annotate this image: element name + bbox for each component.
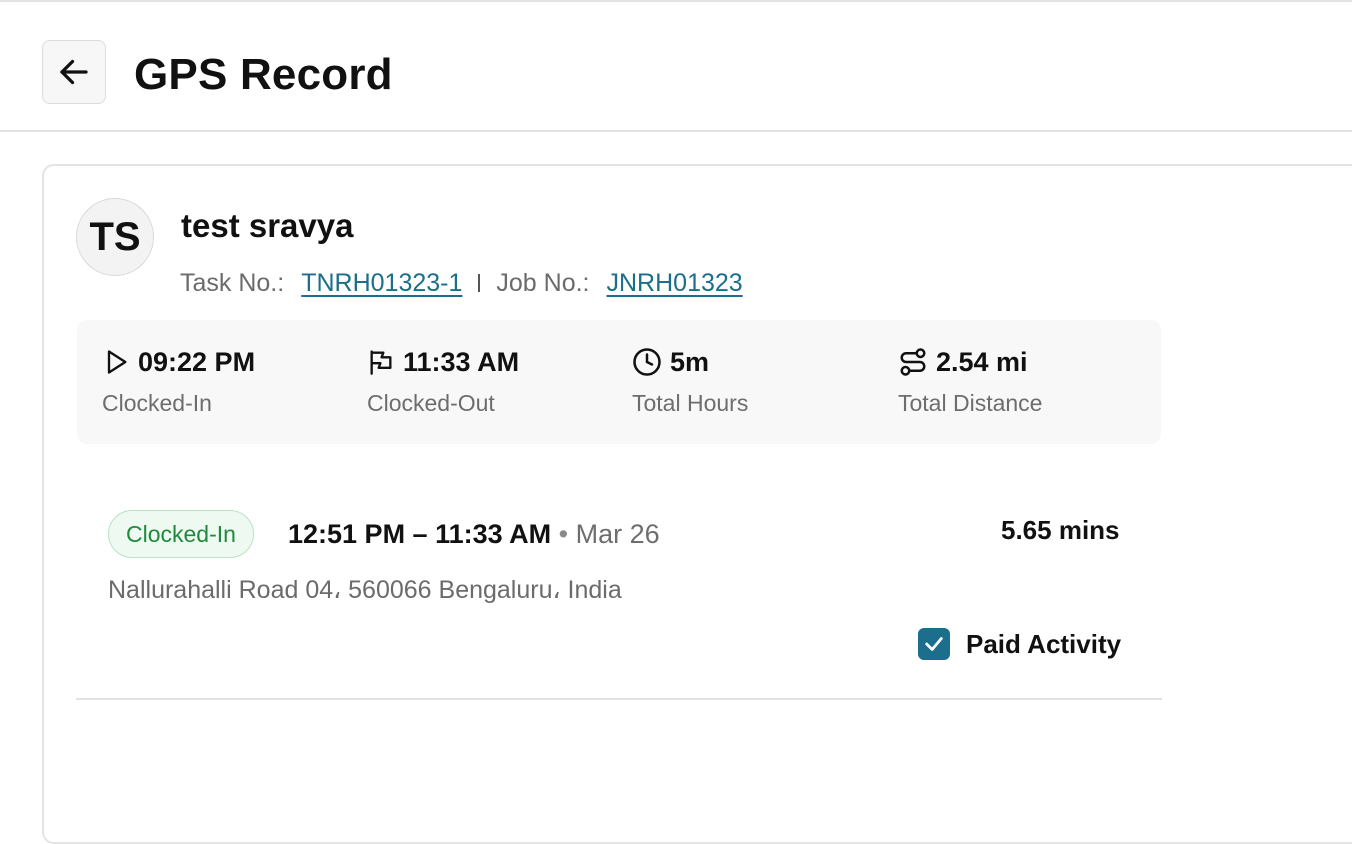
stat-total-distance: 2.54 mi Total Distance [898, 344, 1042, 417]
back-button[interactable] [42, 40, 106, 104]
user-name: test sravya [181, 207, 354, 244]
clocked-in-label: Clocked-In [102, 390, 212, 416]
page-header: GPS Record [0, 2, 1352, 132]
flag-icon [370, 350, 392, 375]
job-number-label: Job No.: [496, 268, 590, 297]
activity-duration: 5.65 mins [1001, 515, 1120, 545]
page-title: GPS Record [134, 50, 393, 99]
activity-time-range: 12:51 PM – 11:33 AM • Mar 26 [288, 516, 660, 552]
total-distance-label: Total Distance [898, 390, 1043, 416]
paid-activity-toggle[interactable]: Paid Activity [918, 628, 1121, 660]
job-number-link[interactable]: JNRH01323 [607, 269, 743, 298]
stat-clocked-in: 09:22 PM Clocked-In [102, 344, 255, 417]
task-job-meta: Task No.: TNRH01323-1 Job No.: JNRH01323 [180, 266, 743, 300]
checkmark-icon [925, 637, 943, 651]
task-number-link[interactable]: TNRH01323-1 [301, 269, 462, 298]
clock-icon [633, 348, 661, 376]
stat-total-hours: 5m Total Hours [632, 344, 748, 417]
task-number-label: Task No.: [180, 268, 285, 297]
route-icon [900, 348, 926, 376]
time-range-value: 12:51 PM – 11:33 AM [288, 519, 552, 549]
status-badge: Clocked-In [108, 510, 254, 558]
total-hours-label: Total Hours [632, 390, 749, 416]
total-hours-value: 5m [670, 346, 710, 377]
stat-clocked-out: 11:33 AM Clocked-Out [367, 344, 519, 417]
activity-divider [76, 698, 1162, 700]
play-icon [107, 350, 127, 374]
arrow-left-icon [60, 59, 88, 85]
clocked-out-value: 11:33 AM [403, 346, 520, 377]
avatar: TS [76, 198, 154, 276]
clocked-in-value: 09:22 PM [138, 346, 256, 377]
meta-divider [478, 274, 481, 292]
activity-address: Nallurahalli Road 04، 560066 Bengaluru، … [108, 576, 622, 604]
time-date-separator: • [558, 519, 569, 549]
total-distance-value: 2.54 mi [936, 346, 1028, 377]
paid-activity-checkbox[interactable] [918, 628, 950, 660]
paid-activity-label: Paid Activity [966, 628, 1122, 659]
activity-date: Mar 26 [575, 519, 660, 549]
clocked-out-label: Clocked-Out [367, 390, 495, 416]
